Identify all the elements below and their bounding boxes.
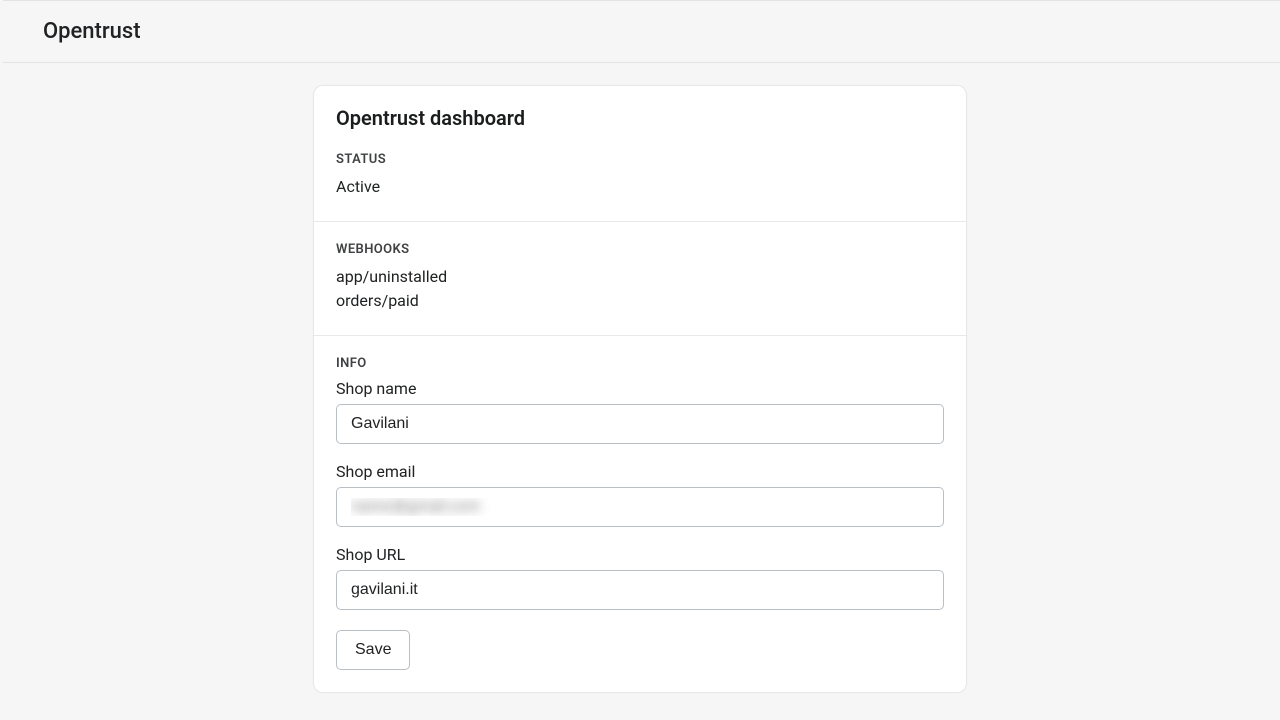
webhooks-section: Webhooks app/uninstalled orders/paid [314, 221, 966, 335]
card-title: Opentrust dashboard [336, 106, 944, 130]
topbar: Opentrust [3, 0, 1280, 63]
status-label: Status [336, 152, 944, 167]
shop-url-field: Shop URL [336, 545, 944, 610]
info-label: Info [336, 356, 944, 371]
status-section: Opentrust dashboard Status Active [314, 86, 966, 221]
shop-email-label: Shop email [336, 462, 944, 481]
info-section: Info Shop name Shop email Shop URL Save [314, 335, 966, 692]
shop-url-label: Shop URL [336, 545, 944, 564]
shop-name-input[interactable] [336, 404, 944, 444]
shop-name-label: Shop name [336, 379, 944, 398]
shop-name-field: Shop name [336, 379, 944, 444]
webhook-item: app/uninstalled [336, 265, 944, 289]
save-button[interactable]: Save [336, 630, 410, 670]
shop-url-input[interactable] [336, 570, 944, 610]
status-value: Active [336, 175, 944, 199]
webhook-item: orders/paid [336, 289, 944, 313]
dashboard-card: Opentrust dashboard Status Active Webhoo… [313, 85, 967, 693]
webhooks-label: Webhooks [336, 242, 944, 257]
shop-email-input[interactable] [336, 487, 944, 527]
page-title: Opentrust [43, 19, 1280, 44]
shop-email-field: Shop email [336, 462, 944, 527]
